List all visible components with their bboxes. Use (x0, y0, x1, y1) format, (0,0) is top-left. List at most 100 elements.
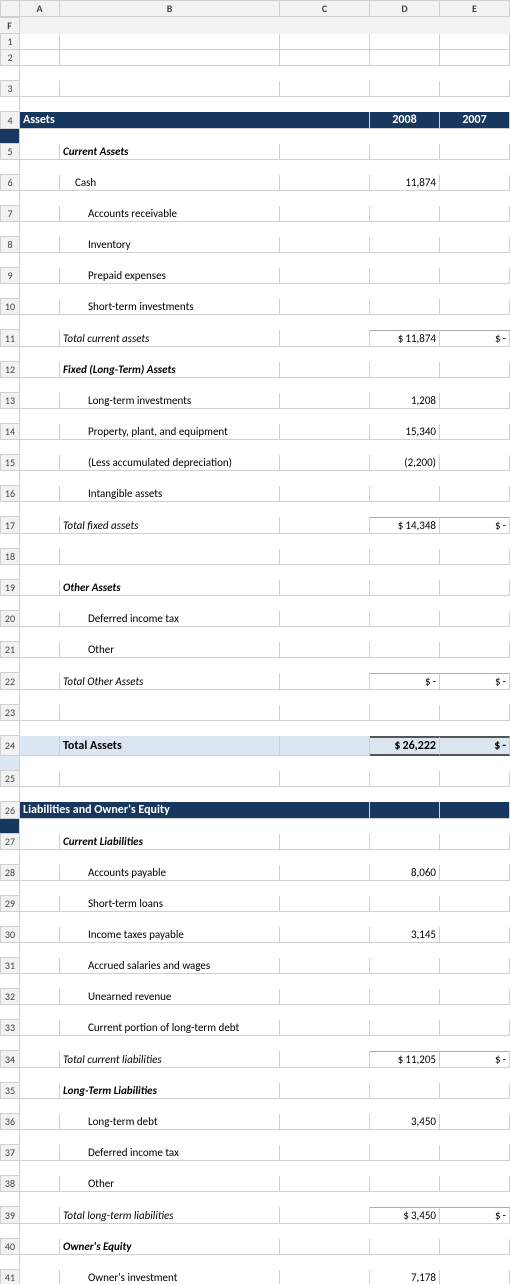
tf-value-2007: $ - (440, 517, 510, 534)
current-portion-label: Current portion of long-term debt (60, 1020, 280, 1036)
row-36: 36 Long-term debt 3,450 (0, 1114, 510, 1145)
ta-val1: 26,222 (402, 739, 436, 753)
ltd-value: 3,450 (370, 1114, 440, 1130)
deferred-tax2-label: Deferred income tax (60, 1145, 280, 1161)
other-assets-other-label: Other (60, 642, 280, 658)
total-current-liab-label: Total current liabilities (60, 1051, 280, 1068)
tca-dollar2: $ (495, 332, 501, 345)
row-7: 7 Accounts receivable (0, 206, 510, 237)
col-b-header: B (60, 0, 280, 17)
date-label (370, 50, 440, 66)
row-38: 38 Other (0, 1176, 510, 1207)
tcl-value: $ 11,205 (370, 1051, 440, 1068)
unearned-revenue-label: Unearned revenue (60, 989, 280, 1005)
company-name (60, 34, 280, 50)
spreadsheet: A B C D E F 1 2 3 4 Assets 2008 (0, 0, 510, 1284)
corner-cell (0, 0, 20, 17)
year-2007: 2007 (440, 112, 510, 129)
longterm-liab-label: Long-Term Liabilities (60, 1083, 280, 1099)
row-16: 16 Intangible assets (0, 486, 510, 517)
toa-val2: - (503, 675, 506, 688)
ppe-label: Property, plant, and equipment (60, 424, 280, 440)
lt-inv-value: 1,208 (370, 393, 440, 409)
ta-dollar2: $ (494, 739, 500, 753)
row-41: 41 Owner's investment 7,178 (0, 1270, 510, 1284)
row-32: 32 Unearned revenue (0, 989, 510, 1020)
col-f-1 (440, 34, 510, 50)
tca-dollar: $ (398, 332, 404, 345)
ppe-value: 15,340 (370, 424, 440, 440)
total-assets-label: Total Assets (60, 736, 280, 756)
fixed-assets-label: Fixed (Long-Term) Assets (60, 362, 280, 378)
toa-dollar1: $ (425, 675, 431, 688)
row-40: 40 Owner's Equity (0, 1239, 510, 1270)
prepaid-label: Prepaid expenses (60, 268, 280, 284)
toa-val1: - (433, 675, 436, 688)
row-19: 19 Other Assets (0, 580, 510, 611)
accum-depr-value: (2,200) (370, 455, 440, 471)
row-12: 12 Fixed (Long-Term) Assets (0, 362, 510, 393)
row-24: 24 Total Assets $ 26,222 $ - (0, 736, 510, 771)
row-14: 14 Property, plant, and equipment 15,340 (0, 424, 510, 455)
ta-dollar1: $ (394, 739, 400, 753)
row-27: 27 Current Liabilities (0, 834, 510, 865)
tf-dollar: $ (398, 519, 404, 532)
tca-val: 11,874 (405, 332, 436, 345)
col-c-header: C (280, 0, 370, 17)
row-6: 6 Cash 11,874 (0, 175, 510, 206)
row-22: 22 Total Other Assets $ - $ - (0, 673, 510, 705)
total-current-assets-label: Total current assets (60, 330, 280, 347)
inventory-label: Inventory (60, 237, 280, 253)
tll-dollar2: $ (495, 1209, 501, 1222)
row-31: 31 Accrued salaries and wages (0, 958, 510, 989)
toa-dollar2: $ (495, 675, 501, 688)
total-lt-liab-label: Total long-term liabilities (60, 1207, 280, 1224)
tll-value: $ 3,450 (370, 1207, 440, 1224)
col-f-header: F (0, 17, 20, 34)
year-2008: 2008 (370, 112, 440, 129)
ta-val2: - (502, 739, 506, 753)
toa-value-2007: $ - (440, 673, 510, 690)
current-liabilities-label: Current Liabilities (60, 834, 280, 850)
short-term-inv-label: Short-term investments (60, 299, 280, 315)
tf-val2: - (503, 519, 506, 532)
row-15: 15 (Less accumulated depreciation) (2,20… (0, 455, 510, 486)
assets-header: Assets (20, 112, 370, 129)
tca-value-2007: $ - (440, 330, 510, 347)
col-d-header: D (370, 0, 440, 17)
owners-equity-label: Owner's Equity (60, 1239, 280, 1255)
tf-val: 14,348 (405, 519, 436, 532)
tll-value-2007: $ - (440, 1207, 510, 1224)
accum-depr-label: (Less accumulated depreciation) (60, 455, 280, 471)
row-34: 34 Total current liabilities $ 11,205 $ … (0, 1051, 510, 1083)
tcl-dollar2: $ (495, 1053, 501, 1066)
row-33: 33 Current portion of long-term debt (0, 1020, 510, 1051)
tll-val1: 3,450 (411, 1209, 436, 1222)
tcl-value-2007: $ - (440, 1051, 510, 1068)
ta-value: $ 26,222 (370, 736, 440, 756)
row-30: 30 Income taxes payable 3,145 (0, 927, 510, 958)
accounts-receivable-label: Accounts receivable (60, 206, 280, 222)
row-9: 9 Prepaid expenses (0, 268, 510, 299)
total-other-label: Total Other Assets (60, 673, 280, 690)
row-5: 5 Current Assets (0, 144, 510, 175)
accrued-salaries-label: Accrued salaries and wages (60, 958, 280, 974)
row-35: 35 Long-Term Liabilities (0, 1083, 510, 1114)
row-18: 18 (0, 549, 510, 580)
tf-value: $ 14,348 (370, 517, 440, 534)
tcl-dollar1: $ (398, 1053, 404, 1066)
owners-investment-label: Owner's investment (60, 1270, 280, 1284)
itp-value: 3,145 (370, 927, 440, 943)
accounts-payable-label: Accounts payable (60, 865, 280, 881)
ta-value-2007: $ - (440, 736, 510, 756)
tll-val2: - (503, 1209, 506, 1222)
short-term-loans-label: Short-term loans (60, 896, 280, 912)
tll-dollar1: $ (403, 1209, 409, 1222)
ap-value: 8,060 (370, 865, 440, 881)
tcl-val2: - (503, 1053, 506, 1066)
cash-label: Cash (60, 175, 280, 191)
row-3: 3 (0, 81, 510, 112)
row-29: 29 Short-term loans (0, 896, 510, 927)
income-taxes-payable-label: Income taxes payable (60, 927, 280, 943)
oi-value: 7,178 (370, 1270, 440, 1284)
